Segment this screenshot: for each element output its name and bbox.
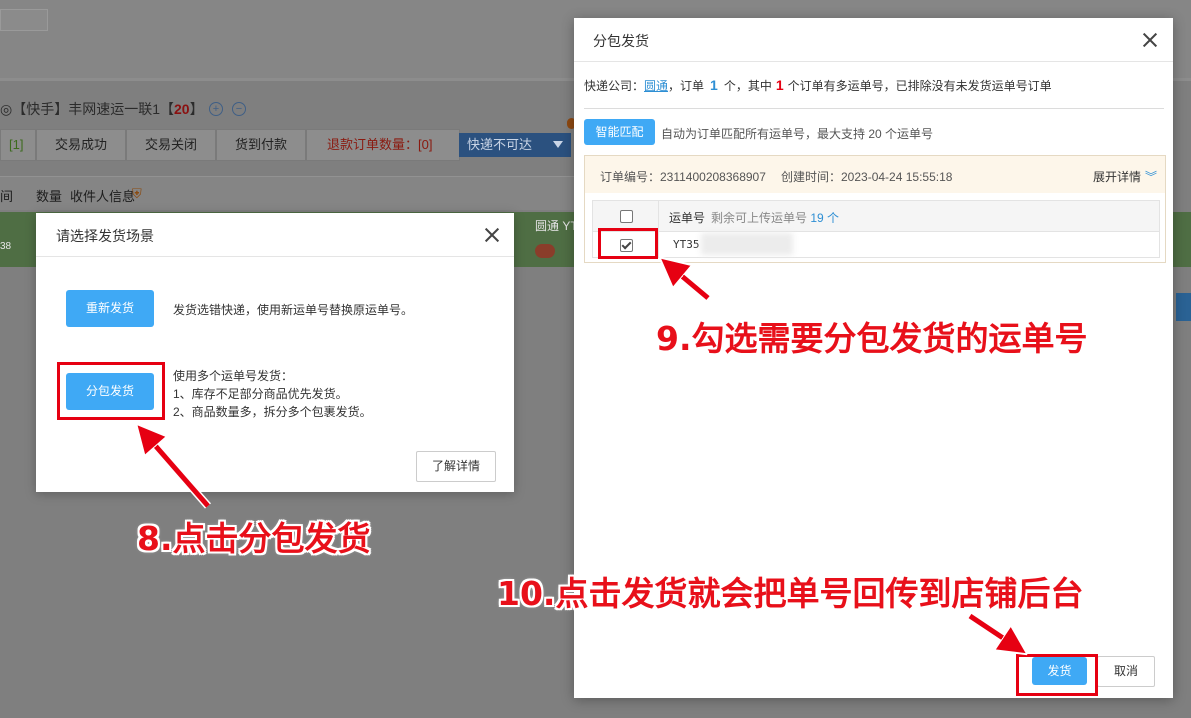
annotation-step9: 9.勾选需要分包发货的运单号 <box>656 319 1088 358</box>
annotation-step10: 10.点击发货就会把单号回传到店铺后台 <box>497 574 1084 613</box>
arrow-step9 <box>671 267 710 300</box>
arrow-step10 <box>968 613 1015 646</box>
arrow-step8 <box>146 435 210 508</box>
annotation-step8: 8.点击分包发货 <box>137 519 371 558</box>
